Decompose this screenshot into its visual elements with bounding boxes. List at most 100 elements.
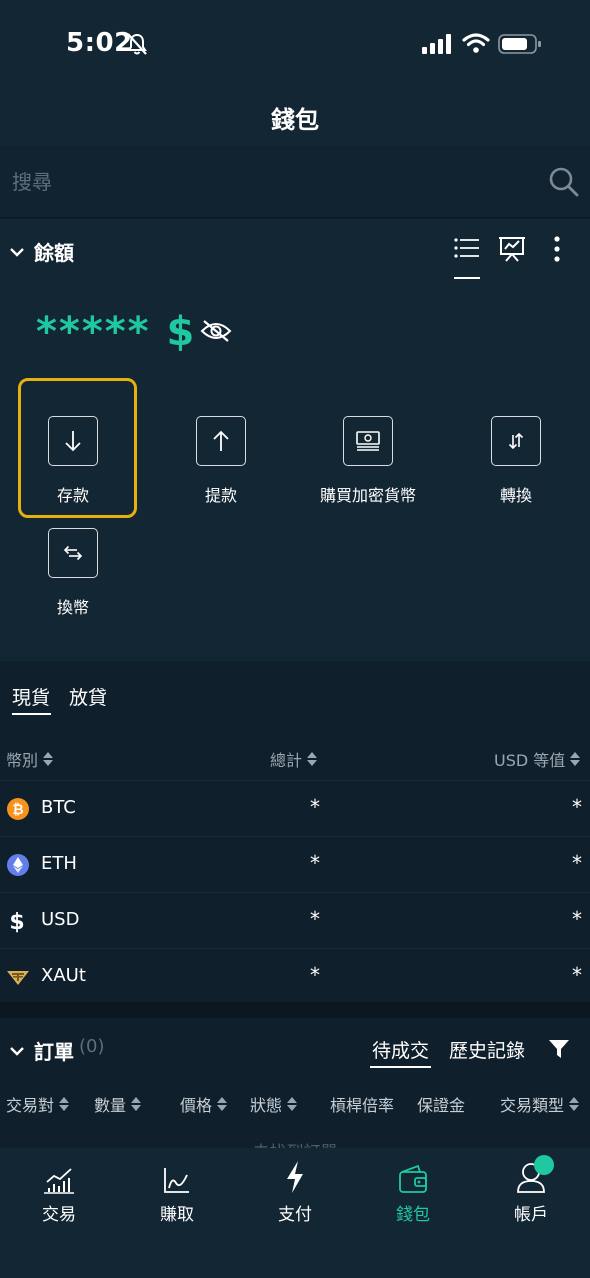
arrow-up-icon [213, 430, 229, 451]
nav-earn[interactable]: 賺取 [118, 1160, 236, 1225]
wifi-icon [462, 32, 490, 58]
column-total-label: 總計 [270, 751, 303, 770]
column-currency-label: 幣別 [6, 751, 39, 770]
buy-crypto-label: 購買加密貨幣 [319, 486, 416, 505]
column-usd-value-label: USD 等值 [494, 751, 566, 770]
balance-header[interactable]: 餘額 [0, 219, 590, 279]
order-column-quantity[interactable]: 數量 [94, 1092, 142, 1116]
column-usd-value[interactable]: USD 等值 [494, 747, 581, 771]
eth-icon [7, 854, 29, 876]
asset-row-btc[interactable]: ₿ BTC * * [0, 780, 590, 836]
swap-label: 換幣 [56, 598, 89, 617]
transfer-arrows-icon [508, 432, 524, 450]
sort-icon [307, 752, 318, 766]
tab-open-orders-underline [370, 1066, 431, 1068]
column-total[interactable]: 總計 [270, 747, 318, 771]
asset-usd-value: * [572, 851, 582, 875]
swap-icon-box [48, 528, 98, 578]
asset-name: BTC [41, 797, 76, 818]
transfer-button[interactable]: 轉換 [441, 416, 590, 506]
xaut-icon [7, 971, 29, 985]
asset-row-eth[interactable]: ETH * * [0, 836, 590, 892]
nav-label: 交易 [42, 1205, 76, 1225]
btc-icon: ₿ [7, 798, 29, 820]
asset-row-usd[interactable]: $ USD * * [0, 892, 590, 948]
order-column-label: 價格 [180, 1096, 213, 1115]
search-input[interactable] [12, 164, 512, 200]
withdraw-button[interactable]: 提款 [146, 416, 296, 506]
orders-section: 訂單 (0) 待成交 歷史記錄 交易對 數量 價格 狀態 槓桿倍率 保證金 交易… [0, 1018, 590, 1148]
nav-label: 賺取 [160, 1205, 194, 1225]
asset-usd-value: * [572, 907, 582, 931]
header: 錢包 [0, 88, 590, 146]
usd-icon: $ [9, 910, 24, 933]
tab-lending[interactable]: 放貸 [69, 683, 107, 710]
buy-crypto-icon-box [343, 416, 393, 466]
balance-title: 餘額 [34, 241, 74, 265]
tab-order-history[interactable]: 歷史記錄 [449, 1036, 525, 1063]
order-column-price[interactable]: 價格 [180, 1092, 228, 1116]
eye-off-icon[interactable] [200, 319, 232, 347]
withdraw-label: 提款 [204, 486, 237, 505]
lightning-icon [236, 1160, 354, 1194]
orders-count: (0) [79, 1036, 105, 1057]
nav-account[interactable]: 帳戶 [472, 1160, 590, 1225]
asset-usd-value: * [572, 795, 582, 819]
order-column-label: 數量 [94, 1096, 127, 1115]
status-bar: 5:02 [0, 0, 590, 88]
search-icon[interactable] [548, 166, 580, 202]
page-title: 錢包 [271, 106, 319, 134]
transfer-label: 轉換 [499, 486, 532, 505]
chevron-down-icon[interactable] [10, 1042, 24, 1061]
swap-arrows-icon [63, 545, 83, 561]
order-column-status[interactable]: 狀態 [250, 1092, 298, 1116]
deposit-icon-box [48, 416, 98, 466]
orders-title: 訂單 [34, 1040, 74, 1064]
asset-total: * [310, 963, 320, 987]
sort-icon [287, 1097, 298, 1111]
asset-name: XAUt [41, 965, 86, 986]
sort-icon [43, 752, 54, 766]
order-column-label: 保證金 [417, 1096, 466, 1115]
buy-crypto-button[interactable]: 購買加密貨幣 [293, 416, 443, 506]
order-column-leverage: 槓桿倍率 [330, 1092, 394, 1116]
more-vertical-icon[interactable] [552, 235, 562, 267]
nav-wallet[interactable]: 錢包 [354, 1160, 472, 1225]
sort-icon [217, 1097, 228, 1111]
sort-icon [570, 752, 581, 766]
transfer-icon-box [491, 416, 541, 466]
nav-label: 帳戶 [514, 1205, 548, 1225]
asset-total: * [310, 851, 320, 875]
deposit-button[interactable]: 存款 [0, 416, 148, 506]
nav-trade[interactable]: 交易 [0, 1160, 118, 1225]
search-bar [0, 146, 590, 218]
order-column-margin: 保證金 [417, 1092, 465, 1116]
sort-icon [569, 1097, 580, 1111]
assets-section: 現貨 放貸 幣別 總計 USD 等值 ₿ BTC * * ETH * * $ U… [0, 661, 590, 1002]
tab-spot-underline [12, 713, 51, 715]
column-currency[interactable]: 幣別 [6, 747, 54, 771]
order-column-pair[interactable]: 交易對 [6, 1092, 70, 1116]
tab-spot[interactable]: 現貨 [12, 683, 50, 710]
balance-amount-masked: ***** [36, 309, 151, 355]
withdraw-icon-box [196, 416, 246, 466]
tab-open-orders[interactable]: 待成交 [372, 1036, 429, 1063]
asset-row-xaut[interactable]: XAUt * * [0, 948, 590, 1004]
order-column-label: 交易類型 [500, 1096, 565, 1115]
order-column-type[interactable]: 交易類型 [500, 1092, 580, 1116]
deposit-label: 存款 [56, 486, 89, 505]
nav-pay[interactable]: 支付 [236, 1160, 354, 1225]
balance-currency: $ [166, 309, 197, 355]
balance-amount: ***** $ [36, 309, 196, 355]
order-column-label: 槓桿倍率 [330, 1096, 395, 1115]
svg-text:₿: ₿ [12, 802, 23, 818]
nav-label: 錢包 [396, 1205, 430, 1225]
list-view-icon[interactable] [454, 237, 480, 263]
filter-icon[interactable] [548, 1038, 570, 1064]
balance-panel: ***** $ 存款 提款 購買加密貨幣 轉換 換幣 [0, 279, 590, 661]
notification-dot [534, 1155, 554, 1175]
swap-button[interactable]: 換幣 [0, 528, 148, 618]
chevron-down-icon[interactable] [10, 243, 24, 262]
presentation-chart-icon[interactable] [498, 235, 526, 267]
bottom-tab-bar: 交易 賺取 支付 錢包 帳戶 [0, 1148, 590, 1278]
